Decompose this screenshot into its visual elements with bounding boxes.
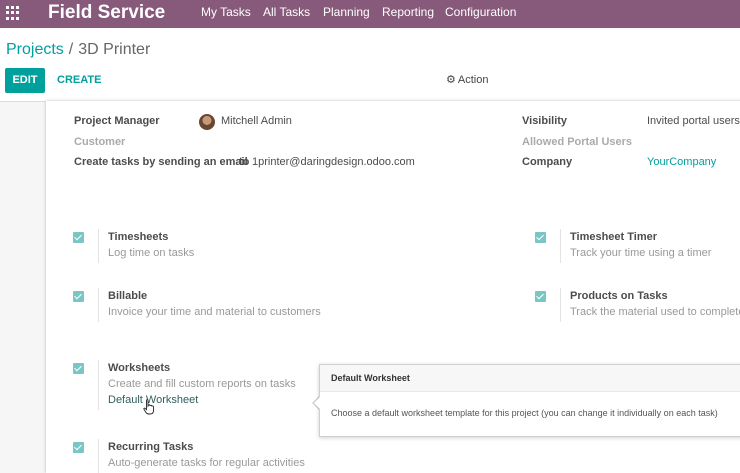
breadcrumb-separator: / (68, 41, 74, 58)
divider (98, 360, 99, 410)
edit-button[interactable]: EDIT (5, 68, 45, 93)
worksheets-desc: Create and fill custom reports on tasks (108, 378, 296, 390)
breadcrumb-current: 3D Printer (78, 41, 151, 58)
billable-desc: Invoice your time and material to custom… (108, 306, 321, 318)
action-dropdown[interactable]: ⚙ Action (446, 74, 488, 87)
visibility-value[interactable]: Invited portal users (647, 115, 740, 128)
breadcrumb-projects-link[interactable]: Projects (6, 41, 64, 58)
menu-my-tasks[interactable]: My Tasks (201, 5, 251, 19)
timesheet-timer-title: Timesheet Timer (570, 231, 658, 243)
divider (98, 229, 99, 263)
divider (98, 288, 99, 322)
hand-pointer-icon (143, 399, 155, 415)
breadcrumb: Projects/3D Printer (6, 41, 150, 59)
menu-all-tasks[interactable]: All Tasks (263, 5, 310, 19)
menu-configuration[interactable]: Configuration (445, 5, 516, 19)
worksheets-title: Worksheets (108, 362, 171, 374)
top-navbar: Field Service My Tasks All Tasks Plannin… (0, 0, 740, 28)
email-alias-value[interactable]: 1printer@daringdesign.odoo.com (252, 156, 415, 169)
visibility-label: Visibility (522, 115, 568, 127)
billable-checkbox[interactable] (73, 291, 84, 302)
app-title[interactable]: Field Service (48, 1, 165, 25)
products-on-tasks-checkbox[interactable] (535, 291, 546, 302)
customer-label: Customer (74, 136, 126, 148)
create-button[interactable]: CREATE (57, 74, 101, 87)
company-label: Company (522, 156, 573, 168)
timesheet-timer-desc: Track your time using a timer (570, 247, 712, 259)
recurring-tasks-desc: Auto-generate tasks for regular activiti… (108, 457, 305, 469)
recurring-tasks-title: Recurring Tasks (108, 441, 194, 453)
email-to-label: to (239, 156, 250, 168)
divider (560, 288, 561, 322)
gear-icon: ⚙ (446, 74, 456, 86)
allowed-portal-users-label: Allowed Portal Users (522, 136, 633, 148)
avatar (199, 114, 215, 130)
timesheets-checkbox[interactable] (73, 232, 84, 243)
recurring-tasks-checkbox[interactable] (73, 442, 84, 453)
worksheets-checkbox[interactable] (73, 363, 84, 374)
divider (560, 229, 561, 263)
products-on-tasks-title: Products on Tasks (570, 290, 668, 302)
project-manager-label: Project Manager (74, 115, 160, 127)
tooltip-arrow-inner (314, 397, 320, 409)
tooltip-body: Choose a default worksheet template for … (331, 408, 718, 418)
tooltip-title: Default Worksheet (320, 365, 740, 392)
project-manager-value[interactable]: Mitchell Admin (221, 115, 292, 128)
menu-reporting[interactable]: Reporting (382, 5, 434, 19)
apps-grid-icon[interactable] (6, 6, 20, 20)
timesheets-title: Timesheets (108, 231, 169, 243)
billable-title: Billable (108, 290, 148, 302)
divider (98, 439, 99, 473)
menu-planning[interactable]: Planning (323, 5, 370, 19)
field-tooltip: Default Worksheet Choose a default works… (319, 364, 740, 437)
action-label: Action (457, 74, 489, 86)
email-alias-label: Create tasks by sending an email (74, 156, 248, 168)
timesheets-desc: Log time on tasks (108, 247, 195, 259)
products-on-tasks-desc: Track the material used to complete (570, 306, 740, 318)
timesheet-timer-checkbox[interactable] (535, 232, 546, 243)
company-value[interactable]: YourCompany (647, 156, 716, 169)
